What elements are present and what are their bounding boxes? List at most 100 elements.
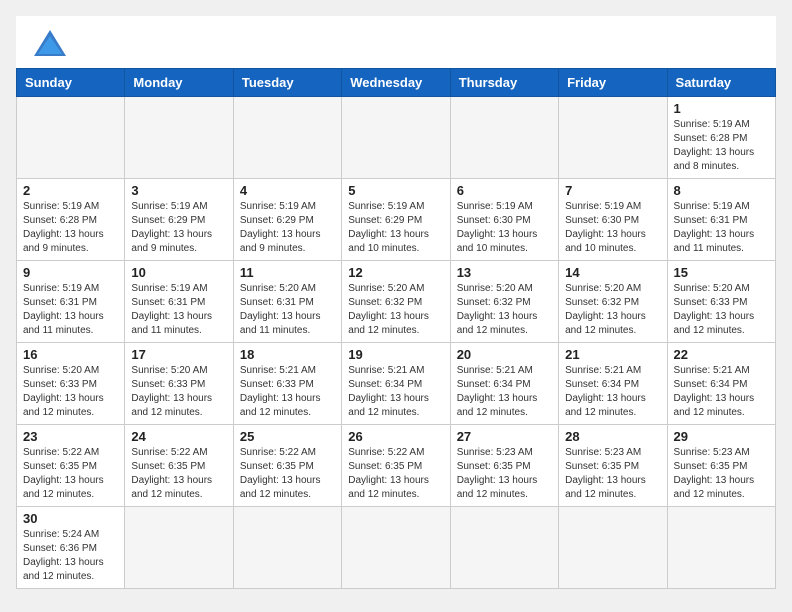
day-number: 19 [348,347,443,362]
day-number: 16 [23,347,118,362]
day-number: 24 [131,429,226,444]
day-info: Sunrise: 5:24 AMSunset: 6:36 PMDaylight:… [23,528,118,584]
day-cell: 21 Sunrise: 5:21 AMSunset: 6:34 PMDayligh… [559,343,667,425]
day-number: 3 [131,183,226,198]
day-cell: 9 Sunrise: 5:19 AMSunset: 6:31 PMDaylight… [17,261,125,343]
weekday-header-tuesday: Tuesday [233,69,341,97]
day-info: Sunrise: 5:19 AMSunset: 6:29 PMDaylight:… [131,200,226,256]
day-number: 10 [131,265,226,280]
day-info: Sunrise: 5:20 AMSunset: 6:32 PMDaylight:… [457,282,552,338]
day-info: Sunrise: 5:19 AMSunset: 6:30 PMDaylight:… [457,200,552,256]
header [16,16,776,68]
day-number: 18 [240,347,335,362]
day-info: Sunrise: 5:19 AMSunset: 6:28 PMDaylight:… [674,118,769,174]
calendar-page: SundayMondayTuesdayWednesdayThursdayFrid… [16,16,776,589]
day-cell: 4Sunrise: 5:19 AMSunset: 6:29 PMDaylight… [233,179,341,261]
day-cell: 24 Sunrise: 5:22 AMSunset: 6:35 PMDayligh… [125,425,233,507]
day-number: 28 [565,429,660,444]
calendar-table: SundayMondayTuesdayWednesdayThursdayFrid… [16,68,776,589]
logo [32,28,72,60]
day-number: 11 [240,265,335,280]
day-cell: 23 Sunrise: 5:22 AMSunset: 6:35 PMDayligh… [17,425,125,507]
day-number: 21 [565,347,660,362]
day-cell: 20 Sunrise: 5:21 AMSunset: 6:34 PMDayligh… [450,343,558,425]
day-cell: 1 Sunrise: 5:19 AMSunset: 6:28 PMDaylight… [667,97,775,179]
day-cell: 26 Sunrise: 5:22 AMSunset: 6:35 PMDayligh… [342,425,450,507]
day-cell: 28 Sunrise: 5:23 AMSunset: 6:35 PMDayligh… [559,425,667,507]
day-info: Sunrise: 5:19 AMSunset: 6:31 PMDaylight:… [131,282,226,338]
day-cell: 30 Sunrise: 5:24 AMSunset: 6:36 PMDayligh… [17,507,125,589]
day-number: 2 [23,183,118,198]
day-cell [233,97,341,179]
day-number: 12 [348,265,443,280]
day-cell: 27 Sunrise: 5:23 AMSunset: 6:35 PMDayligh… [450,425,558,507]
weekday-header-friday: Friday [559,69,667,97]
day-info: Sunrise: 5:22 AMSunset: 6:35 PMDaylight:… [348,446,443,502]
day-number: 25 [240,429,335,444]
day-cell: 12 Sunrise: 5:20 AMSunset: 6:32 PMDayligh… [342,261,450,343]
day-cell: 22 Sunrise: 5:21 AMSunset: 6:34 PMDayligh… [667,343,775,425]
day-cell [342,507,450,589]
weekday-header-row: SundayMondayTuesdayWednesdayThursdayFrid… [17,69,776,97]
week-row-5: 23 Sunrise: 5:22 AMSunset: 6:35 PMDayligh… [17,425,776,507]
day-info: Sunrise: 5:22 AMSunset: 6:35 PMDaylight:… [23,446,118,502]
day-info: Sunrise: 5:21 AMSunset: 6:34 PMDaylight:… [674,364,769,420]
day-info: Sunrise: 5:20 AMSunset: 6:32 PMDaylight:… [565,282,660,338]
day-info: Sunrise: 5:19 AMSunset: 6:30 PMDaylight:… [565,200,660,256]
day-info: Sunrise: 5:21 AMSunset: 6:34 PMDaylight:… [565,364,660,420]
day-info: Sunrise: 5:22 AMSunset: 6:35 PMDaylight:… [240,446,335,502]
day-cell: 17Sunrise: 5:20 AMSunset: 6:33 PMDayligh… [125,343,233,425]
weekday-header-saturday: Saturday [667,69,775,97]
day-number: 29 [674,429,769,444]
day-number: 27 [457,429,552,444]
day-cell [667,507,775,589]
day-number: 23 [23,429,118,444]
day-number: 30 [23,511,118,526]
day-info: Sunrise: 5:19 AMSunset: 6:28 PMDaylight:… [23,200,118,256]
day-cell: 18 Sunrise: 5:21 AMSunset: 6:33 PMDayligh… [233,343,341,425]
day-info: Sunrise: 5:23 AMSunset: 6:35 PMDaylight:… [457,446,552,502]
day-cell [233,507,341,589]
day-number: 20 [457,347,552,362]
day-info: Sunrise: 5:21 AMSunset: 6:33 PMDaylight:… [240,364,335,420]
day-number: 26 [348,429,443,444]
day-cell: 5 Sunrise: 5:19 AMSunset: 6:29 PMDaylight… [342,179,450,261]
weekday-header-sunday: Sunday [17,69,125,97]
day-cell: 29 Sunrise: 5:23 AMSunset: 6:35 PMDayligh… [667,425,775,507]
day-info: Sunrise: 5:20 AMSunset: 6:33 PMDaylight:… [674,282,769,338]
day-cell: 6Sunrise: 5:19 AMSunset: 6:30 PMDaylight… [450,179,558,261]
day-cell: 15 Sunrise: 5:20 AMSunset: 6:33 PMDayligh… [667,261,775,343]
day-cell: 19 Sunrise: 5:21 AMSunset: 6:34 PMDayligh… [342,343,450,425]
day-cell: 11Sunrise: 5:20 AMSunset: 6:31 PMDayligh… [233,261,341,343]
day-cell: 3 Sunrise: 5:19 AMSunset: 6:29 PMDaylight… [125,179,233,261]
week-row-6: 30 Sunrise: 5:24 AMSunset: 6:36 PMDayligh… [17,507,776,589]
day-info: Sunrise: 5:23 AMSunset: 6:35 PMDaylight:… [674,446,769,502]
week-row-3: 9 Sunrise: 5:19 AMSunset: 6:31 PMDaylight… [17,261,776,343]
day-info: Sunrise: 5:21 AMSunset: 6:34 PMDaylight:… [348,364,443,420]
day-number: 9 [23,265,118,280]
day-number: 22 [674,347,769,362]
day-cell [17,97,125,179]
weekday-header-wednesday: Wednesday [342,69,450,97]
day-info: Sunrise: 5:19 AMSunset: 6:31 PMDaylight:… [23,282,118,338]
day-info: Sunrise: 5:20 AMSunset: 6:32 PMDaylight:… [348,282,443,338]
day-info: Sunrise: 5:22 AMSunset: 6:35 PMDaylight:… [131,446,226,502]
day-number: 14 [565,265,660,280]
day-cell [559,507,667,589]
day-number: 13 [457,265,552,280]
day-info: Sunrise: 5:19 AMSunset: 6:31 PMDaylight:… [674,200,769,256]
day-cell: 7 Sunrise: 5:19 AMSunset: 6:30 PMDaylight… [559,179,667,261]
day-number: 1 [674,101,769,116]
day-info: Sunrise: 5:23 AMSunset: 6:35 PMDaylight:… [565,446,660,502]
day-number: 4 [240,183,335,198]
day-info: Sunrise: 5:20 AMSunset: 6:33 PMDaylight:… [131,364,226,420]
week-row-4: 16 Sunrise: 5:20 AMSunset: 6:33 PMDayligh… [17,343,776,425]
day-number: 15 [674,265,769,280]
day-cell: 14 Sunrise: 5:20 AMSunset: 6:32 PMDayligh… [559,261,667,343]
day-info: Sunrise: 5:21 AMSunset: 6:34 PMDaylight:… [457,364,552,420]
day-info: Sunrise: 5:20 AMSunset: 6:33 PMDaylight:… [23,364,118,420]
day-cell: 16 Sunrise: 5:20 AMSunset: 6:33 PMDayligh… [17,343,125,425]
day-number: 5 [348,183,443,198]
day-number: 7 [565,183,660,198]
day-info: Sunrise: 5:19 AMSunset: 6:29 PMDaylight:… [348,200,443,256]
